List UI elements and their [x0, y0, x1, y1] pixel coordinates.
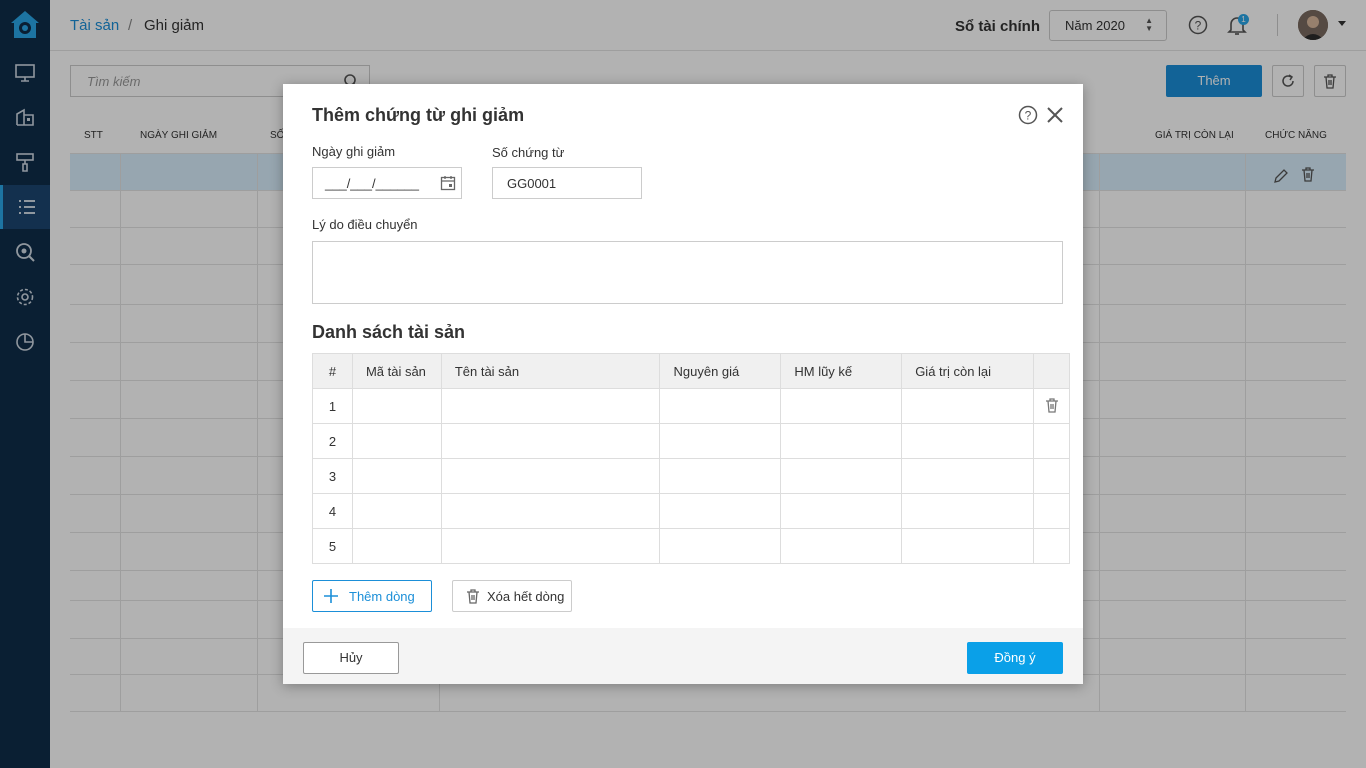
- asset-code-cell[interactable]: [351, 528, 442, 564]
- asset-code-cell[interactable]: [351, 493, 442, 529]
- asset-code-cell[interactable]: [351, 388, 442, 424]
- doc-number-label: Số chứng từ: [492, 145, 565, 160]
- column-header-accum-depreciation: HM lũy kế: [780, 353, 903, 389]
- asset-name-cell[interactable]: [440, 388, 661, 424]
- row-index: 2: [312, 423, 353, 459]
- original-cost-cell[interactable]: [659, 423, 782, 459]
- table-row: 2: [312, 423, 1070, 459]
- original-cost-cell[interactable]: [659, 528, 782, 564]
- add-decrease-voucher-dialog: Thêm chứng từ ghi giảm ? Ngày ghi giảm _…: [283, 84, 1083, 684]
- accum-depreciation-cell[interactable]: [780, 388, 903, 424]
- accum-depreciation-cell[interactable]: [780, 528, 903, 564]
- date-label: Ngày ghi giảm: [312, 144, 396, 159]
- confirm-button[interactable]: Đồng ý: [967, 642, 1063, 674]
- calendar-icon[interactable]: [440, 175, 456, 194]
- accum-depreciation-cell[interactable]: [780, 423, 903, 459]
- remaining-value-cell[interactable]: [901, 423, 1034, 459]
- dialog-title: Thêm chứng từ ghi giảm: [312, 105, 525, 125]
- asset-name-cell[interactable]: [440, 493, 661, 529]
- accum-depreciation-cell[interactable]: [780, 493, 903, 529]
- clear-rows-label: Xóa hết dòng: [487, 588, 565, 604]
- table-row: 3: [312, 458, 1070, 494]
- doc-number-value: GG0001: [507, 176, 557, 191]
- row-index: 1: [312, 388, 353, 424]
- row-index: 4: [312, 493, 353, 529]
- asset-name-cell[interactable]: [440, 528, 661, 564]
- asset-table: # Mã tài sản Tên tài sản Nguyên giá HM l…: [312, 353, 1070, 564]
- add-row-label: Thêm dòng: [349, 588, 415, 604]
- column-header-remaining-value: Giá trị còn lại: [901, 353, 1034, 389]
- row-index: 5: [312, 528, 353, 564]
- original-cost-cell[interactable]: [659, 493, 782, 529]
- dialog-help-icon[interactable]: ?: [1018, 105, 1038, 128]
- asset-name-cell[interactable]: [440, 458, 661, 494]
- delete-row-cell: [1033, 493, 1070, 529]
- asset-code-cell[interactable]: [351, 423, 442, 459]
- delete-row-cell: [1033, 423, 1070, 459]
- remaining-value-cell[interactable]: [901, 388, 1034, 424]
- column-header-original-cost: Nguyên giá: [659, 353, 782, 389]
- asset-name-cell[interactable]: [440, 423, 661, 459]
- reason-label: Lý do điều chuyển: [312, 217, 418, 232]
- cancel-button[interactable]: Hủy: [303, 642, 399, 674]
- column-header-asset-name: Tên tài sản: [440, 353, 661, 389]
- delete-row-cell: [1033, 528, 1070, 564]
- asset-code-cell[interactable]: [351, 458, 442, 494]
- doc-number-field[interactable]: GG0001: [492, 167, 642, 199]
- close-icon[interactable]: [1046, 106, 1064, 127]
- remaining-value-cell[interactable]: [901, 458, 1034, 494]
- reason-textarea[interactable]: [312, 241, 1063, 304]
- table-row: 1: [312, 388, 1070, 424]
- asset-list-title: Danh sách tài sản: [312, 322, 466, 342]
- row-index: 3: [312, 458, 353, 494]
- plus-icon: [324, 589, 338, 603]
- column-header-actions: [1033, 353, 1070, 389]
- trash-icon: [467, 589, 479, 604]
- add-row-button[interactable]: Thêm dòng: [312, 580, 432, 612]
- original-cost-cell[interactable]: [659, 388, 782, 424]
- trash-icon[interactable]: [1044, 397, 1060, 413]
- delete-row-cell[interactable]: [1033, 388, 1070, 424]
- original-cost-cell[interactable]: [659, 458, 782, 494]
- svg-text:?: ?: [1025, 109, 1032, 123]
- column-header-index: #: [312, 353, 353, 389]
- column-header-asset-code: Mã tài sản: [351, 353, 442, 389]
- date-field-value: ___/___/______: [325, 176, 419, 191]
- table-row: 4: [312, 493, 1070, 529]
- remaining-value-cell[interactable]: [901, 528, 1034, 564]
- dialog-footer: Hủy Đồng ý: [283, 628, 1083, 684]
- clear-rows-button[interactable]: Xóa hết dòng: [452, 580, 572, 612]
- accum-depreciation-cell[interactable]: [780, 458, 903, 494]
- delete-row-cell: [1033, 458, 1070, 494]
- remaining-value-cell[interactable]: [901, 493, 1034, 529]
- table-row: 5: [312, 528, 1070, 564]
